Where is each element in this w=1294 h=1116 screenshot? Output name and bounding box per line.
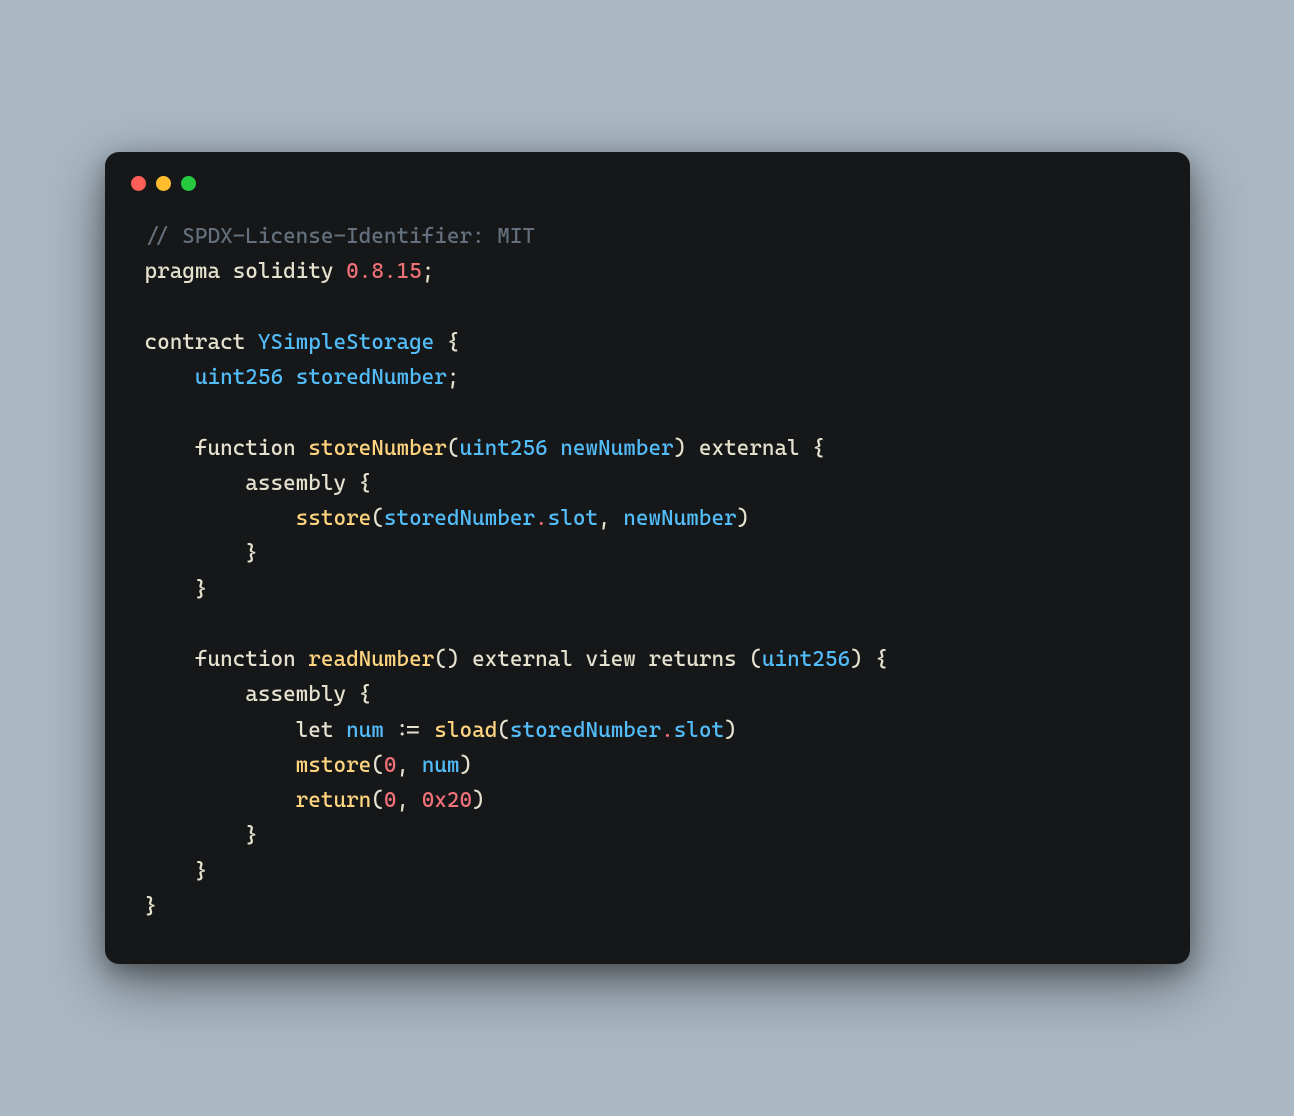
code-token: view xyxy=(585,647,635,672)
code-token: sload xyxy=(434,718,497,743)
maximize-icon[interactable] xyxy=(181,176,196,191)
code-token: ; xyxy=(447,365,460,390)
code-token: . xyxy=(359,259,372,284)
code-token: , xyxy=(396,753,409,778)
code-token: assembly xyxy=(245,682,346,707)
code-token: } xyxy=(245,541,258,566)
code-token: assembly xyxy=(245,471,346,496)
code-token: ( xyxy=(447,436,460,461)
code-token: function xyxy=(195,647,296,672)
code-token: { xyxy=(875,647,888,672)
code-token: storeNumber xyxy=(308,436,447,461)
code-token: uint256 xyxy=(459,436,547,461)
code-token: , xyxy=(598,506,611,531)
code-token: uint256 xyxy=(195,365,283,390)
code-token: storedNumber xyxy=(510,718,661,743)
code-token: , xyxy=(396,788,409,813)
code-token: solidity xyxy=(233,259,334,284)
code-token: num xyxy=(422,753,460,778)
code-token: newNumber xyxy=(560,436,673,461)
code-token: 0 xyxy=(346,259,359,284)
code-token: ) xyxy=(737,506,750,531)
code-token: . xyxy=(535,506,548,531)
code-token: contract xyxy=(145,330,246,355)
code-token: 0 xyxy=(384,753,397,778)
code-block: // SPDX-License-Identifier: MIT pragma s… xyxy=(105,201,1190,924)
code-token: external xyxy=(699,436,800,461)
code-token: ; xyxy=(422,259,435,284)
code-token: slot xyxy=(548,506,598,531)
code-token: ) xyxy=(850,647,863,672)
code-token: storedNumber xyxy=(296,365,447,390)
code-token: let xyxy=(296,718,334,743)
code-token: sstore xyxy=(296,506,372,531)
code-token: { xyxy=(447,330,460,355)
code-token: ( xyxy=(371,506,384,531)
code-token: ) xyxy=(724,718,737,743)
code-token: 8 xyxy=(371,259,384,284)
code-token: . xyxy=(384,259,397,284)
window-titlebar xyxy=(105,152,1190,201)
code-token: 0 xyxy=(384,788,397,813)
code-token: // SPDX-License-Identifier: MIT xyxy=(145,224,536,249)
code-token: storedNumber xyxy=(384,506,535,531)
code-window: // SPDX-License-Identifier: MIT pragma s… xyxy=(105,152,1190,964)
code-token: mstore xyxy=(296,753,372,778)
code-token: newNumber xyxy=(623,506,736,531)
close-icon[interactable] xyxy=(131,176,146,191)
code-token: return xyxy=(296,788,372,813)
code-token: { xyxy=(359,471,372,496)
code-token: ( xyxy=(371,753,384,778)
code-token: uint256 xyxy=(762,647,850,672)
code-token: function xyxy=(195,436,296,461)
code-token: pragma xyxy=(145,259,221,284)
code-token: } xyxy=(145,894,158,919)
code-token: ( xyxy=(749,647,762,672)
code-token: . xyxy=(661,718,674,743)
code-token: YSimpleStorage xyxy=(258,330,434,355)
minimize-icon[interactable] xyxy=(156,176,171,191)
code-token: ) xyxy=(674,436,687,461)
code-token: ) xyxy=(460,753,473,778)
code-token: external xyxy=(472,647,573,672)
code-token: slot xyxy=(674,718,724,743)
code-token: } xyxy=(195,859,208,884)
code-token: := xyxy=(396,718,421,743)
code-token: ( xyxy=(371,788,384,813)
code-token: 15 xyxy=(397,259,422,284)
code-token: ) xyxy=(472,788,485,813)
code-token: ( xyxy=(497,718,510,743)
code-token: } xyxy=(195,577,208,602)
code-token: num xyxy=(346,718,384,743)
code-token: { xyxy=(359,682,372,707)
code-token: { xyxy=(812,436,825,461)
code-token: readNumber xyxy=(308,647,434,672)
code-token: 0x20 xyxy=(422,788,472,813)
code-token: } xyxy=(245,823,258,848)
code-token: () xyxy=(434,647,459,672)
code-token: returns xyxy=(648,647,736,672)
